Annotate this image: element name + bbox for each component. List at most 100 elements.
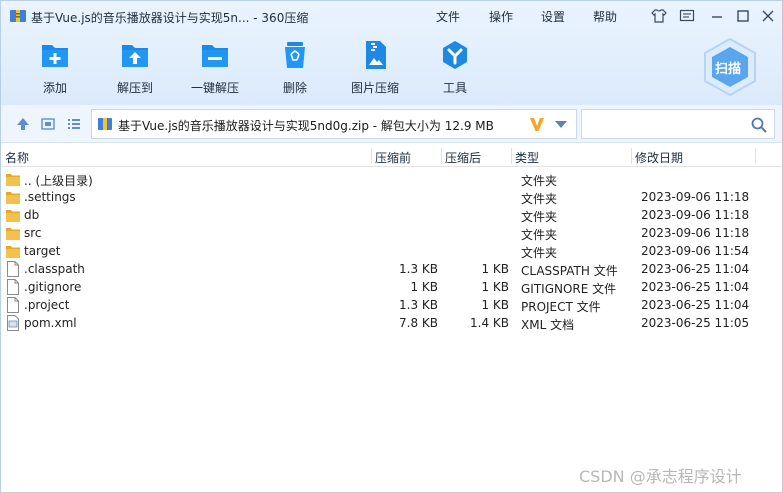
file-packed-size: 1.4 KB [470, 316, 509, 330]
archive-path-text: 基于Vue.js的音乐播放器设计与实现5nd0g.zip - 解包大小为 12.… [118, 119, 494, 133]
extract-to-label: 解压到 [116, 81, 153, 95]
file-name: .. (上级目录) [24, 174, 93, 188]
file-size: 7.8 KB [399, 316, 438, 330]
column-divider[interactable] [371, 148, 372, 164]
add-button[interactable]: 添加 [20, 39, 90, 97]
extract-to-icon [122, 45, 148, 67]
up-arrow-icon[interactable] [15, 116, 31, 132]
column-modified[interactable]: 修改日期 [635, 149, 683, 166]
file-icon [7, 279, 19, 295]
v-logo-icon[interactable] [528, 115, 546, 133]
path-dropdown-icon[interactable] [555, 121, 567, 128]
table-row[interactable]: pom.xml 7.8 KB 1.4 KB XML 文档 2023-06-25 … [1, 314, 782, 332]
file-packed-size: 1 KB [481, 280, 509, 294]
menu-settings[interactable]: 设置 [541, 8, 565, 25]
folder-icon [6, 210, 20, 222]
file-name: target [24, 244, 61, 258]
file-name: db [24, 208, 40, 222]
table-row[interactable]: db 文件夹 2023-09-06 11:18 [1, 206, 782, 224]
app-icon [10, 10, 26, 22]
file-type: PROJECT 文件 [521, 300, 601, 314]
title-bar[interactable]: 基于Vue.js的音乐播放器设计与实现5n... - 360压缩 文件 操作 设… [1, 1, 782, 31]
skin-shirt-icon[interactable] [650, 7, 668, 25]
table-row[interactable]: .settings 文件夹 2023-09-06 11:18 [1, 188, 782, 206]
file-size: 1 KB [410, 280, 438, 294]
column-divider[interactable] [511, 148, 512, 164]
file-modified: 2023-09-06 11:18 [641, 208, 750, 222]
app-window: 基于Vue.js的音乐播放器设计与实现5n... - 360压缩 文件 操作 设… [0, 0, 783, 493]
file-modified: 2023-06-25 11:04 [641, 298, 750, 312]
folder-icon [6, 228, 20, 240]
file-type: GITIGNORE 文件 [521, 282, 617, 296]
archive-path-field[interactable]: 基于Vue.js的音乐播放器设计与实现5nd0g.zip - 解包大小为 12.… [91, 109, 577, 139]
column-name[interactable]: 名称 [5, 149, 29, 166]
file-name: pom.xml [24, 316, 77, 330]
extract-to-button[interactable]: 解压到 [100, 39, 170, 97]
table-row[interactable]: .project 1.3 KB 1 KB PROJECT 文件 2023-06-… [1, 296, 782, 314]
file-type: 文件夹 [521, 174, 558, 188]
menu-file[interactable]: 文件 [436, 8, 460, 25]
column-divider[interactable] [755, 148, 756, 164]
file-type: 文件夹 [521, 192, 558, 206]
folder-icon [6, 174, 20, 186]
file-list-header: 名称 压缩前 压缩后 类型 修改日期 [1, 145, 782, 167]
close-icon[interactable] [759, 7, 777, 25]
list-view-icon[interactable] [66, 116, 82, 132]
file-modified: 2023-09-06 11:18 [641, 190, 750, 204]
table-row[interactable]: target 文件夹 2023-09-06 11:54 [1, 242, 782, 260]
table-row[interactable]: .gitignore 1 KB 1 KB GITIGNORE 文件 2023-0… [1, 278, 782, 296]
file-packed-size: 1 KB [481, 298, 509, 312]
search-icon[interactable] [750, 116, 768, 134]
one-click-extract-label: 一键解压 [190, 81, 239, 95]
csdn-watermark: CSDN @承志程序设计 [579, 467, 742, 486]
table-row[interactable]: .classpath 1.3 KB 1 KB CLASSPATH 文件 2023… [1, 260, 782, 278]
column-size[interactable]: 压缩前 [375, 149, 411, 166]
one-click-extract-button[interactable]: 一键解压 [180, 39, 250, 97]
menu-operate[interactable]: 操作 [489, 8, 513, 25]
tools-label: 工具 [442, 81, 467, 95]
file-name: .project [24, 298, 70, 312]
menu-help[interactable]: 帮助 [593, 8, 617, 25]
file-type: 文件夹 [521, 228, 558, 242]
thumbnail-view-icon[interactable] [40, 116, 56, 132]
column-packed[interactable]: 压缩后 [445, 149, 481, 166]
file-name: .settings [24, 190, 76, 204]
add-label: 添加 [42, 81, 67, 95]
tools-button[interactable]: 工具 [420, 39, 490, 97]
file-modified: 2023-06-25 11:04 [641, 262, 750, 276]
column-divider[interactable] [631, 148, 632, 164]
file-modified: 2023-06-25 11:05 [641, 316, 750, 330]
column-divider[interactable] [441, 148, 442, 164]
file-name: src [24, 226, 42, 240]
search-input[interactable] [581, 109, 775, 139]
window-title: 基于Vue.js的音乐播放器设计与实现5n... - 360压缩 [31, 11, 309, 25]
file-modified: 2023-06-25 11:04 [641, 280, 750, 294]
file-icon [7, 297, 19, 313]
scan-label: 扫描 [715, 62, 742, 77]
maximize-icon[interactable] [734, 7, 752, 25]
column-type[interactable]: 类型 [515, 149, 539, 166]
xml-file-icon [7, 315, 19, 331]
feedback-icon[interactable] [678, 7, 696, 25]
scan-button[interactable]: 扫描 [701, 37, 759, 97]
folder-icon [6, 192, 20, 204]
table-row[interactable]: .. (上级目录) 文件夹 [1, 170, 782, 188]
delete-button[interactable]: 删除 [260, 39, 330, 97]
address-bar-row: 基于Vue.js的音乐播放器设计与实现5nd0g.zip - 解包大小为 12.… [1, 105, 782, 143]
one-click-extract-icon [202, 45, 228, 67]
folder-icon [6, 246, 20, 258]
file-type: CLASSPATH 文件 [521, 264, 618, 278]
top-panel: 基于Vue.js的音乐播放器设计与实现5n... - 360压缩 文件 操作 设… [1, 1, 782, 105]
file-type: 文件夹 [521, 246, 558, 260]
file-size: 1.3 KB [399, 298, 438, 312]
add-archive-icon [42, 45, 68, 67]
image-compress-button[interactable]: 图片压缩 [340, 39, 410, 97]
table-row[interactable]: src 文件夹 2023-09-06 11:18 [1, 224, 782, 242]
image-zip-icon [366, 41, 386, 69]
minimize-icon[interactable] [708, 7, 726, 25]
delete-label: 删除 [282, 81, 307, 95]
zip-archive-icon [98, 118, 112, 130]
file-modified: 2023-09-06 11:18 [641, 226, 750, 240]
file-icon [7, 261, 19, 277]
file-packed-size: 1 KB [481, 262, 509, 276]
